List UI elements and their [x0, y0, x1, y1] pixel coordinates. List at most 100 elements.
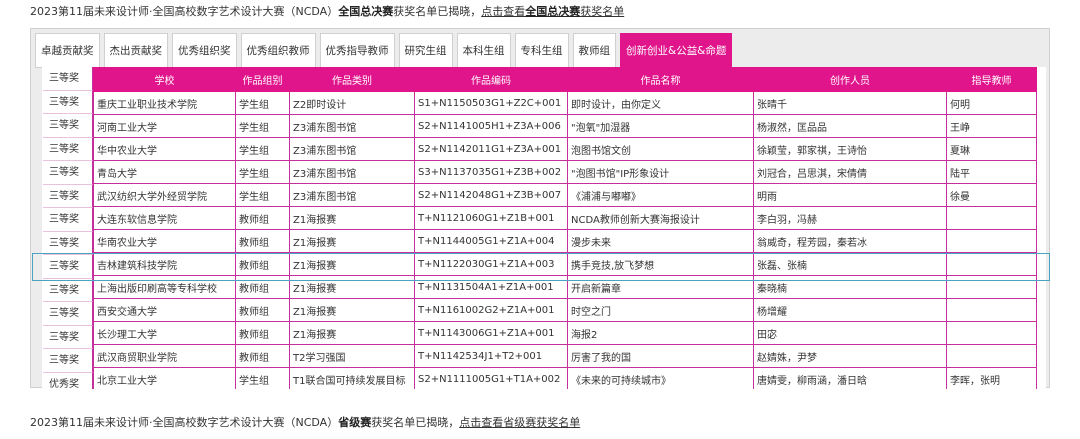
table-cell: 杨淑然，匡品品 [753, 114, 947, 138]
table-cell: 教师组 [235, 206, 290, 230]
table-cell: 徐曼 [946, 183, 1037, 207]
table-cell: 教师组 [235, 229, 290, 253]
table-row[interactable]: 华南农业大学 教师组 Z1海报赛 T+N1144005G1+Z1A+004 漫步未来 翁威… [93, 229, 1037, 253]
table-cell: 华中农业大学 [93, 137, 236, 161]
table-row[interactable]: 大连东软信息学院 教师组 Z1海报赛 T+N1121060G1+Z1B+001 NCDA… [93, 206, 1037, 230]
tab-9[interactable]: 创新创业&公益&命题 [620, 33, 733, 68]
top-notice: 2023第11届未来设计师·全国高校数字艺术设计大赛（NCDA）全国总决赛获奖名… [30, 5, 624, 19]
table-cell [946, 298, 1037, 322]
tab-7[interactable]: 专科生组 [514, 33, 569, 68]
award-cell: 三等奖 [43, 161, 93, 185]
table-cell: 秦晓楠 [753, 275, 947, 299]
tab-1[interactable]: 杰出贡献奖 [103, 33, 168, 68]
table-row[interactable]: 青岛大学 学生组 Z3浦东图书馆 S3+N1137035G1+Z3B+002 "泡图书馆… [93, 160, 1037, 184]
table-cell: 青岛大学 [93, 160, 236, 184]
table-cell: 学生组 [235, 367, 290, 389]
table-cell: 教师组 [235, 344, 290, 368]
table-row[interactable]: 河南工业大学 学生组 Z3浦东图书馆 S2+N1141005H1+Z3A+006 "泡氧… [93, 114, 1037, 138]
table-cell: 泡图书馆文创 [567, 137, 754, 161]
table-row[interactable]: 华中农业大学 学生组 Z3浦东图书馆 S2+N1142011G1+Z3A+001 泡图书… [93, 137, 1037, 161]
table-cell: 开启新篇章 [567, 275, 754, 299]
table-body: 重庆工业职业技术学院学生组 Z2即时设计 S1+N1150503G1+Z2C+001… [93, 91, 1037, 389]
table-cell: Z2即时设计 [289, 91, 415, 115]
table-cell: 重庆工业职业技术学院 [93, 91, 236, 115]
award-cell: 三等奖 [43, 137, 93, 161]
tab-3[interactable]: 优秀组织教师 [240, 33, 316, 68]
table-cell: 时空之门 [567, 298, 754, 322]
table-cell: 教师组 [235, 321, 290, 345]
table-cell: 学生组 [235, 160, 290, 184]
table-cell: 李白羽，冯赫 [753, 206, 947, 230]
table-row[interactable]: 武汉商贸职业学院 教师组 T2学习强国 T+N1142534J1+T2+001 厉害了我… [93, 344, 1037, 368]
table-cell: "泡氧"加湿器 [567, 114, 754, 138]
table-row[interactable]: 西安交通大学 教师组 Z1海报赛 T+N1161002G2+Z1A+001 时空之门 杨增… [93, 298, 1037, 322]
results-table-scroll[interactable]: 三等奖 三等奖 三等奖 三等奖 三等奖 三等奖 三等奖 三等奖 三等奖 三等奖 三等奖 三等奖 三等奖优… [42, 67, 1046, 389]
table-cell: S1+N1150503G1+Z2C+001 [414, 91, 568, 115]
table-cell: S2+N1142011G1+Z3A+001 [414, 137, 568, 161]
table-row[interactable]: 上海出版印刷高等专科学校 教师组 Z1海报赛 T+N1131504A1+Z1A+001… [93, 275, 1037, 299]
table-cell: 徐颖莹，郭家祺，王诗怡 [753, 137, 947, 161]
table-cell: 河南工业大学 [93, 114, 236, 138]
table-cell: 刘冠合，吕思淇，宋倩倩 [753, 160, 947, 184]
table-cell: 长沙理工大学 [93, 321, 236, 345]
table-cell: 教师组 [235, 275, 290, 299]
table-cell: 漫步未来 [567, 229, 754, 253]
table-cell: 教师组 [235, 298, 290, 322]
table-cell: Z3浦东图书馆 [289, 183, 415, 207]
table-cell: S2+N1142048G1+Z3B+007 [414, 183, 568, 207]
table-row[interactable]: 长沙理工大学 教师组 Z1海报赛 T+N1143006G1+Z1A+001 海报2 田宓 [93, 321, 1037, 345]
table-cell: 陆平 [946, 160, 1037, 184]
table-cell: 武汉纺织大学外经贸学院 [93, 183, 236, 207]
award-cell: 优秀奖 [43, 372, 93, 389]
table-cell [946, 229, 1037, 253]
category-tabs: 卓越贡献奖 杰出贡献奖 优秀组织奖 优秀组织教师 优秀指导教师 研究生组 本科生组 专科生组教… [35, 33, 733, 68]
tab-4[interactable]: 优秀指导教师 [319, 33, 395, 68]
final-results-link[interactable]: 点击查看全国总决赛获奖名单 [481, 5, 624, 18]
award-cell: 三等奖 [43, 114, 93, 138]
table-cell: 武汉商贸职业学院 [93, 344, 236, 368]
table-row[interactable]: 吉林建筑科技学院 教师组 Z1海报赛 T+N1122030G1+Z1A+003 携手竞技… [93, 252, 1037, 276]
table-row[interactable]: 重庆工业职业技术学院 学生组 Z2即时设计 S1+N1150503G1+Z2C+001… [93, 91, 1037, 115]
table-cell: 学生组 [235, 183, 290, 207]
column-header: 指导教师 [946, 67, 1037, 92]
provincial-results-link[interactable]: 点击查看省级赛获奖名单 [459, 416, 580, 429]
table-cell: 吉林建筑科技学院 [93, 252, 236, 276]
table-cell: NCDA教师创新大赛海报设计 [567, 206, 754, 230]
table-cell: Z1海报赛 [289, 206, 415, 230]
table-row[interactable]: 武汉纺织大学外经贸学院 学生组 Z3浦东图书馆 S2+N1142048G1+Z3B+0… [93, 183, 1037, 207]
table-cell: T+N1121060G1+Z1B+001 [414, 206, 568, 230]
table-cell: 《未来的可持续城市》 [567, 367, 754, 389]
bottom-notice-suffix: 获奖名单已揭晓， [371, 416, 460, 429]
tab-6[interactable]: 本科生组 [456, 33, 511, 68]
table-cell [946, 321, 1037, 345]
table-cell: Z1海报赛 [289, 229, 415, 253]
table-cell [946, 252, 1037, 276]
tab-8[interactable]: 教师组 [572, 33, 616, 68]
table-cell: 明雨 [753, 183, 947, 207]
table-cell: Z3浦东图书馆 [289, 137, 415, 161]
tab-0[interactable]: 卓越贡献奖 [35, 33, 100, 68]
bottom-notice: 2023第11届未来设计师·全国高校数字艺术设计大赛（NCDA）省级赛获奖名单已… [30, 416, 580, 430]
table-cell: 杨增耀 [753, 298, 947, 322]
award-cell: 三等奖 [43, 278, 93, 302]
table-header-row: 学校 作品组别 作品类别 作品编码 作品名称 创作人员 指导教师 [93, 67, 1037, 92]
tab-2[interactable]: 优秀组织奖 [172, 33, 237, 68]
table-cell [946, 344, 1037, 368]
column-header: 作品类别 [289, 67, 415, 92]
table-cell: T+N1142534J1+T2+001 [414, 344, 568, 368]
table-cell: 唐婧雯，柳雨涵，潘日晗 [753, 367, 947, 389]
table-cell: 何明 [946, 91, 1037, 115]
table-cell: Z1海报赛 [289, 298, 415, 322]
award-cell: 三等奖 [43, 184, 93, 208]
table-cell [946, 206, 1037, 230]
top-notice-suffix: 获奖名单已揭晓， [393, 5, 482, 18]
award-cell: 三等奖 [43, 349, 93, 373]
bottom-notice-bold: 省级赛 [338, 416, 372, 429]
table-cell: 张晴千 [753, 91, 947, 115]
tab-5[interactable]: 研究生组 [398, 33, 453, 68]
table-cell: 《浦浦与嘟嘟》 [567, 183, 754, 207]
award-cell: 三等奖 [43, 231, 93, 255]
table-cell: 携手竞技,放飞梦想 [567, 252, 754, 276]
table-cell: Z1海报赛 [289, 321, 415, 345]
table-row[interactable]: 北京工业大学 学生组 T1联合国可持续发展目标 S2+N1111005G1+T1A+0… [93, 367, 1037, 389]
